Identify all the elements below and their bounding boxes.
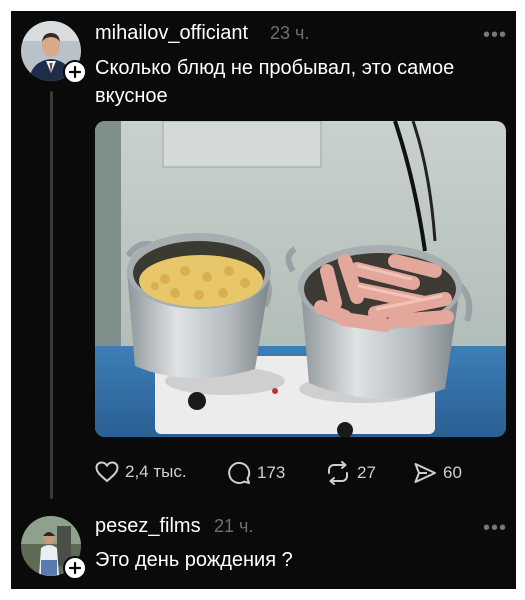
repost-arrows-icon: [328, 461, 348, 485]
follow-plus-icon[interactable]: [63, 556, 87, 580]
post-time: 23 ч.: [270, 23, 310, 43]
repost-button[interactable]: 27: [325, 461, 376, 485]
send-icon: [414, 463, 436, 483]
more-options-icon[interactable]: •••: [483, 518, 507, 538]
heart-icon: [95, 461, 119, 483]
comment-button[interactable]: 173: [227, 461, 285, 485]
post-image[interactable]: [95, 121, 506, 437]
share-count: 60: [443, 463, 462, 482]
repost-count: 27: [357, 463, 376, 482]
post-username[interactable]: pesez_films: [95, 514, 201, 538]
thread-line: [50, 91, 53, 499]
comment-bubble-icon: [228, 462, 251, 484]
food-photo: [95, 121, 506, 437]
post-time: 21 ч.: [214, 516, 254, 536]
comment-count: 173: [257, 463, 286, 482]
post-text: Сколько блюд не пробывал, это самое вкус…: [95, 57, 455, 107]
share-button[interactable]: 60: [413, 461, 462, 485]
thread-screenshot: mihailov_officiant 23 ч. ••• Сколько блю…: [11, 11, 516, 589]
follow-plus-icon[interactable]: [63, 60, 87, 84]
post-text: Это день рождения ?: [95, 549, 293, 571]
post-username[interactable]: mihailov_officiant: [95, 21, 248, 45]
like-button[interactable]: 2,4 тыс.: [95, 461, 187, 483]
like-count: 2,4 тыс.: [125, 462, 187, 481]
more-options-icon[interactable]: •••: [483, 25, 507, 45]
post-actions: 2,4 тыс. 173 27 60: [95, 461, 495, 487]
